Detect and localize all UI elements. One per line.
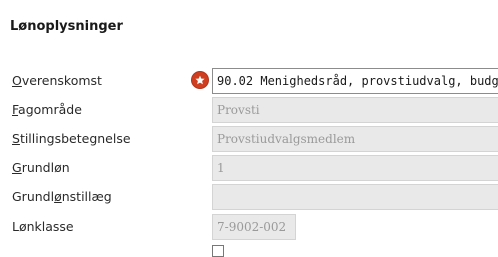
stillingsbetegnelse-field: Provstiudvalgsmedlem <box>212 126 498 152</box>
grundloen-label-rest: rundløn <box>21 160 70 175</box>
grundloenstillaeg-field <box>212 184 498 210</box>
stillingsbetegnelse-label-rest: tillingsbetegnelse <box>19 131 131 146</box>
overenskomst-label-rest: verenskomst <box>21 73 102 88</box>
grundloenstillaeg-label-accesskey: ø <box>54 189 62 204</box>
overenskomst-label: Overenskomst <box>12 73 102 88</box>
grundloen-label: Grundløn <box>12 160 70 175</box>
stillingsbetegnelse-label-accesskey: S <box>12 131 20 146</box>
overenskomst-input[interactable]: 90.02 Menighedsråd, provstiudvalg, budge… <box>212 68 498 94</box>
form-row-fagomraade: Fagområde Provsti <box>0 97 498 123</box>
loenklasse-field: 7-9002-002 <box>212 214 296 240</box>
fagomraade-field: Provsti <box>212 97 498 123</box>
form-row-loenklasse: Lønklasse 7-9002-002 <box>0 214 498 240</box>
grundloen-label-accesskey: G <box>12 160 22 175</box>
fagomraade-label-rest: agområde <box>18 102 82 117</box>
star-required-icon <box>192 72 208 88</box>
loenklasse-label: Lønklasse <box>12 219 74 234</box>
form-row-overenskomst: Overenskomst 90.02 Menighedsråd, provsti… <box>0 68 498 94</box>
section-title: Lønoplysninger <box>10 19 123 34</box>
loenklasse-label-text: Lønklasse <box>12 219 74 234</box>
grundloenstillaeg-label-start: Grundl <box>12 189 55 204</box>
form-row-stillingsbetegnelse: Stillingsbetegnelse Provstiudvalgsmedlem <box>0 126 498 152</box>
form-row-grundloenstillaeg: Grundlønstillæg <box>0 184 498 210</box>
partial-checkbox[interactable] <box>212 245 224 257</box>
grundloenstillaeg-label-rest: nstillæg <box>61 189 112 204</box>
overenskomst-label-accesskey: O <box>12 73 22 88</box>
grundloen-field: 1 <box>212 155 498 181</box>
form-row-grundloen: Grundløn 1 <box>0 155 498 181</box>
grundloenstillaeg-label: Grundlønstillæg <box>12 189 112 204</box>
fagomraade-label: Fagområde <box>12 102 82 117</box>
stillingsbetegnelse-label: Stillingsbetegnelse <box>12 131 131 146</box>
